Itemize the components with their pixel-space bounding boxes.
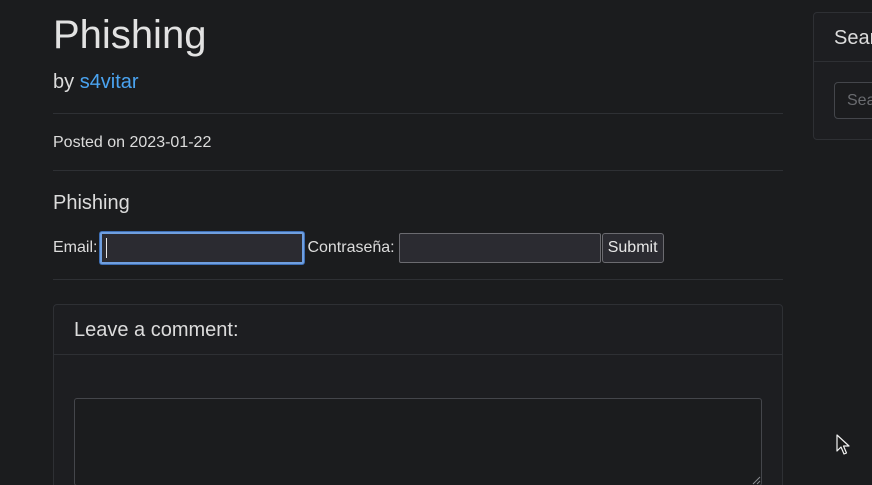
mouse-pointer-icon — [836, 434, 850, 455]
post-title: Phishing — [53, 13, 207, 57]
submit-button[interactable]: Submit — [601, 233, 664, 263]
divider — [53, 113, 783, 114]
email-input[interactable] — [100, 232, 305, 264]
divider — [53, 279, 783, 280]
posted-date: Posted on 2023-01-22 — [53, 134, 212, 151]
password-label: Contraseña: — [307, 239, 395, 256]
password-input[interactable] — [398, 233, 601, 263]
comment-card-header: Leave a comment: — [54, 305, 782, 355]
text-caret — [106, 238, 107, 258]
post-byline: by s4vitar — [53, 70, 139, 94]
login-form: Email: Contraseña: Submit — [53, 232, 664, 264]
section-heading: Phishing — [53, 192, 130, 214]
byline-prefix: by — [53, 71, 75, 93]
email-label: Email: — [53, 239, 98, 256]
page: Phishing by s4vitar Posted on 2023-01-22… — [0, 0, 872, 485]
author-link[interactable]: s4vitar — [80, 71, 139, 93]
search-heading: Search — [834, 27, 872, 49]
search-input[interactable] — [834, 82, 872, 119]
divider — [53, 170, 783, 171]
comment-textarea[interactable] — [74, 398, 762, 485]
resize-grip-icon[interactable] — [751, 475, 761, 485]
search-card: Search — [813, 12, 872, 140]
search-card-header: Search — [814, 13, 872, 62]
comment-heading: Leave a comment: — [74, 319, 239, 341]
comment-card: Leave a comment: — [53, 304, 783, 485]
